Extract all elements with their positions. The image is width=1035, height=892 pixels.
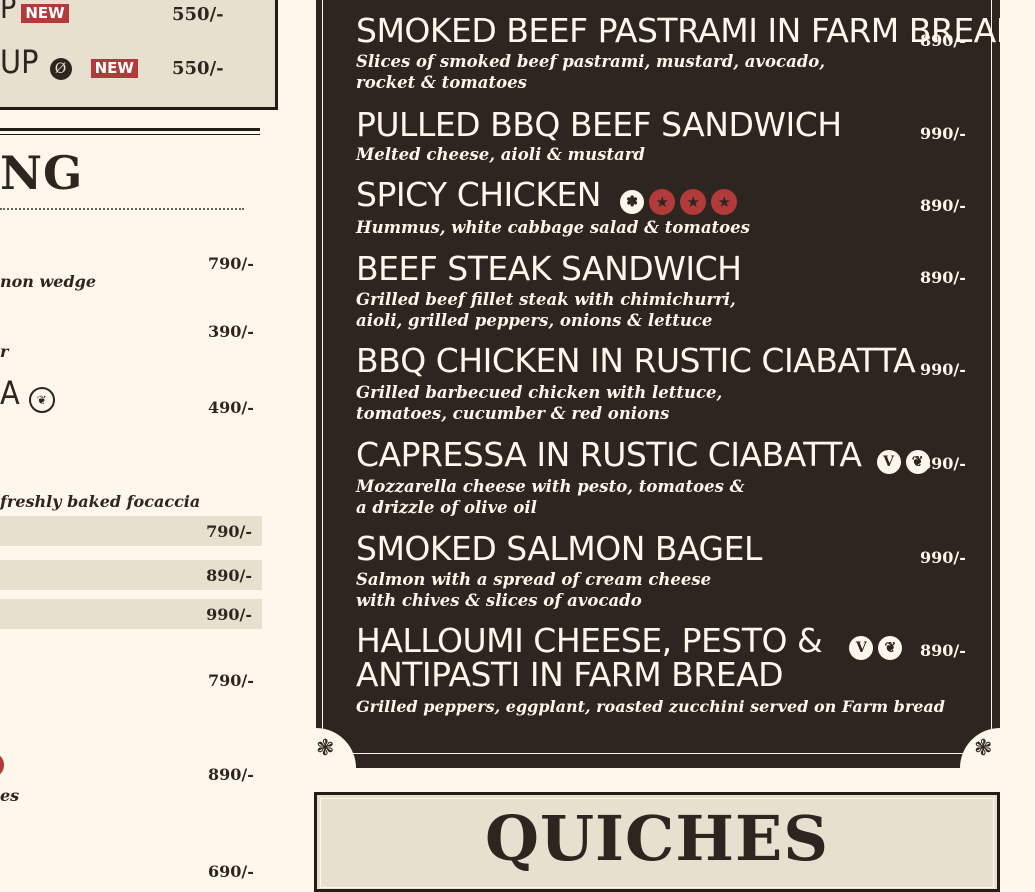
item-price: 990/-: [920, 548, 966, 567]
item-price: 690/-: [208, 862, 254, 881]
item-name: BBQ CHICKEN IN RUSTIC CIABATTA: [356, 341, 916, 380]
item-desc: a drizzle of olive oil: [356, 498, 537, 517]
item-desc: r: [0, 342, 9, 361]
band-price: 990/-: [206, 605, 252, 624]
nut-icon: ✽: [620, 189, 645, 214]
item-desc: Grilled barbecued chicken with lettuce,: [356, 383, 723, 402]
vegan-icon: ❦: [878, 635, 903, 660]
section-title: NG: [0, 146, 84, 200]
dotted-divider: [0, 208, 244, 210]
item-desc: Mozzarella cheese with pesto, tomatoes &: [356, 477, 745, 496]
soup-item-name: UP: [0, 43, 39, 81]
item-desc: Salmon with a spread of cream cheese: [356, 570, 712, 589]
vegan-icon: ❦: [28, 386, 55, 413]
item-price: 790/-: [208, 254, 254, 273]
item-name: ANTIPASTI IN FARM BREAD: [356, 655, 784, 694]
item-desc: Grilled peppers, eggplant, roasted zucch…: [356, 697, 945, 716]
item-desc: non wedge: [0, 272, 97, 291]
item-desc: Hummus, white cabbage salad & tomatoes: [356, 218, 750, 237]
item-desc: with chives & slices of avocado: [356, 591, 642, 610]
item-desc: aioli, grilled peppers, onions & lettuce: [356, 311, 713, 330]
item-desc: tomatoes, cucumber & red onions: [356, 404, 670, 423]
soup-item-2: UP Ø NEW: [0, 46, 138, 80]
gluten-free-icon: Ø: [49, 57, 72, 80]
item-desc: freshly baked focaccia: [0, 492, 201, 511]
item-price: 490/-: [208, 398, 254, 417]
item-desc: Slices of smoked beef pastrami, mustard,…: [356, 52, 826, 71]
item-price: 890/-: [208, 765, 254, 784]
item-desc: es: [0, 786, 20, 805]
band-price: 790/-: [206, 522, 252, 541]
menu-item-title: CAPRESSA IN RUSTIC CIABATTA V ❦: [356, 438, 930, 474]
menu-item: A ❦: [0, 377, 55, 413]
item-name: SMOKED SALMON BAGEL: [356, 529, 762, 568]
item-name: A: [0, 374, 20, 412]
item-name: CAPRESSA IN RUSTIC CIABATTA: [356, 435, 862, 474]
flower-ornament-icon: ❃: [974, 736, 993, 761]
price-band: 990/-: [0, 599, 262, 629]
item-price: 890/-: [920, 268, 966, 287]
item-desc: rocket & tomatoes: [356, 73, 527, 92]
item-price: 890/-: [920, 454, 966, 473]
item-name: BEEF STEAK SANDWICH: [356, 249, 742, 288]
section-title: QUICHES: [484, 802, 830, 875]
vegetarian-icon: V: [849, 635, 874, 660]
item-price: 790/-: [208, 671, 254, 690]
menu-item-title: SPICY CHICKEN ✽ ★ ★ ★: [356, 175, 738, 215]
new-badge: NEW: [90, 59, 138, 78]
spicy-star-icon: ★: [711, 188, 738, 215]
item-price: 890/-: [920, 31, 966, 50]
price-band: 790/-: [0, 516, 262, 546]
item-desc: Melted cheese, aioli & mustard: [356, 145, 645, 164]
divider: [0, 134, 260, 135]
soup-item-price: 550/-: [172, 58, 224, 79]
flower-ornament-icon: ❃: [316, 736, 335, 761]
item-price: 890/-: [920, 196, 966, 215]
divider: [0, 128, 260, 131]
vegetarian-icon: V: [876, 449, 901, 474]
spicy-star-icon: [0, 754, 4, 776]
item-price: 990/-: [920, 360, 966, 379]
item-name: PULLED BBQ BEEF SANDWICH: [356, 105, 842, 144]
item-price: 890/-: [920, 641, 966, 660]
soup-item-name: P: [0, 0, 17, 26]
spicy-star-icon: ★: [680, 188, 707, 215]
band-price: 890/-: [206, 566, 252, 585]
spicy-star-icon: ★: [649, 188, 676, 215]
soup-item-price: 550/-: [172, 4, 224, 25]
item-price: 390/-: [208, 322, 254, 341]
new-badge: NEW: [21, 4, 69, 23]
item-desc: Grilled beef fillet steak with chimichur…: [356, 290, 736, 309]
soup-item-1: P NEW: [0, 0, 69, 24]
price-band: 890/-: [0, 560, 262, 590]
item-name: SPICY CHICKEN: [356, 175, 602, 214]
item-price: 990/-: [920, 124, 966, 143]
